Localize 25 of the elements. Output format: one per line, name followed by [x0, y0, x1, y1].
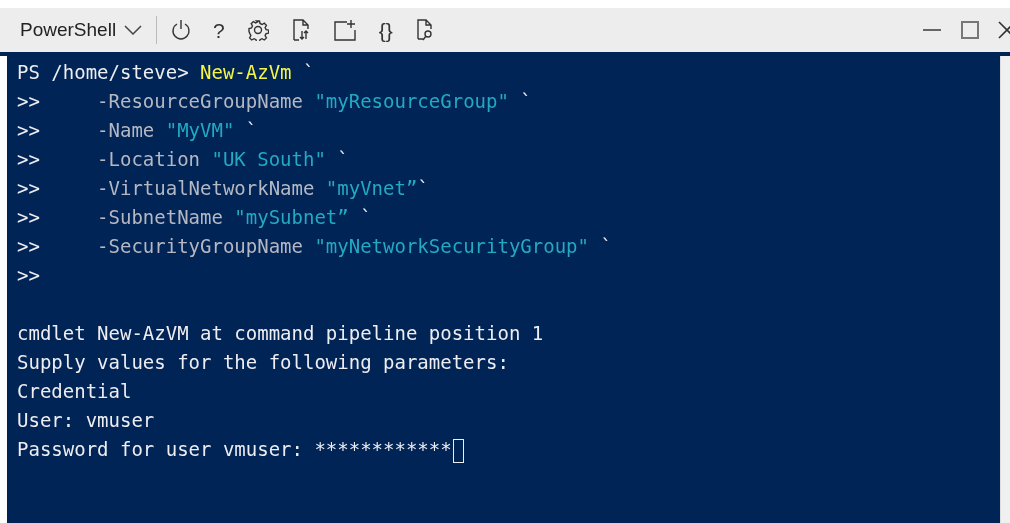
- file-transfer-icon[interactable]: [290, 18, 311, 42]
- toolbar-button[interactable]: {}: [378, 19, 393, 41]
- chevron-down-icon: [124, 25, 143, 35]
- new-window-icon[interactable]: [332, 19, 357, 41]
- terminal-line: >> -Name "MyVM" `: [17, 118, 259, 143]
- terminal-line: User: vmuser: [17, 408, 156, 433]
- terminal-line: >> -SubnetName "mySubnet” `: [17, 205, 373, 230]
- settings-icon[interactable]: [246, 19, 269, 41]
- maximize-icon[interactable]: [960, 20, 980, 40]
- terminal-line: >> -Location "UK South" `: [17, 147, 350, 172]
- scrollbar[interactable]: [1000, 56, 1010, 523]
- file-search-icon[interactable]: [414, 18, 435, 42]
- terminal-line: >>: [17, 263, 41, 288]
- terminal-line: PS /home/steve> New-AzVm `: [17, 60, 316, 85]
- shell-dropdown[interactable]: PowerShell: [20, 15, 143, 45]
- terminal-line: cmdlet New-AzVM at command pipeline position 1: [17, 321, 545, 346]
- terminal-line: Supply values for the following parameters:: [17, 350, 510, 375]
- terminal-line: Password for user vmuser: ************: [17, 435, 990, 464]
- toolbar-button[interactable]: ?: [213, 19, 225, 41]
- terminal-line: Credential: [17, 379, 133, 404]
- power-icon[interactable]: [171, 19, 192, 41]
- terminal-line: >> -SecurityGroupName "myNetworkSecurityGroup" `: [17, 234, 613, 259]
- terminal-line: >> -VirtualNetworkName "myVnet”`: [17, 176, 430, 201]
- close-icon[interactable]: [998, 20, 1010, 40]
- terminal-line: >> -ResourceGroupName "myResourceGroup" `: [17, 89, 533, 114]
